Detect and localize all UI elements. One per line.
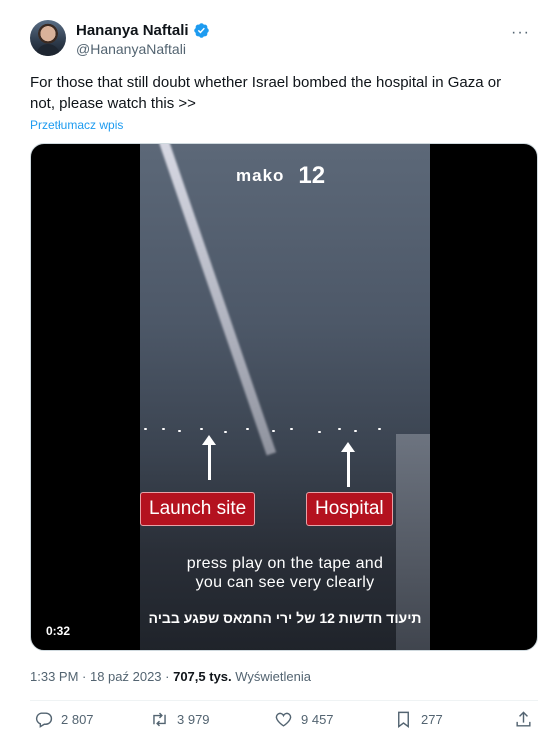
- bookmark-icon: [398, 711, 409, 729]
- channel-number: 12: [298, 162, 326, 189]
- reply-icon: [35, 712, 53, 728]
- rocket-trail: [156, 144, 277, 456]
- timestamp[interactable]: 1:33 PM · 18 paź 2023 ·: [30, 669, 173, 684]
- author-name[interactable]: Hananya Naftali: [76, 22, 189, 39]
- tweet-text: For those that still doubt whether Israe…: [30, 74, 502, 112]
- arrow-up-icon: [202, 435, 216, 480]
- tweet-meta: 1:33 PM · 18 paź 2023 · 707,5 tys. Wyświ…: [30, 669, 311, 684]
- retweet-icon: [153, 712, 166, 727]
- reply-button[interactable]: 2 807: [34, 710, 94, 729]
- verified-badge-icon: [193, 23, 209, 38]
- like-count: 9 457: [301, 712, 334, 727]
- hebrew-caption: תיעוד חדשות 12 של ירי החמאס שפגע בביה: [148, 610, 422, 626]
- translate-link[interactable]: Przetłumacz wpis: [30, 118, 123, 132]
- channel-logo: mako 12: [236, 162, 325, 190]
- hospital-label: Hospital: [306, 492, 393, 526]
- share-button[interactable]: [514, 710, 533, 729]
- retweet-button[interactable]: 3 979: [150, 710, 210, 729]
- like-button[interactable]: 9 457: [274, 710, 334, 729]
- video-frame: mako 12 Launch site Hospital press play …: [140, 144, 430, 650]
- heart-icon: [275, 712, 292, 727]
- author-handle[interactable]: @HananyaNaftali: [76, 41, 210, 57]
- mako-logo-text: mako: [236, 166, 285, 185]
- bookmark-button[interactable]: 277: [394, 710, 443, 729]
- views-label: Wyświetlenia: [231, 669, 311, 684]
- arrow-up-icon: [341, 442, 355, 487]
- avatar[interactable]: [30, 20, 66, 56]
- reply-count: 2 807: [61, 712, 94, 727]
- launch-site-label: Launch site: [140, 492, 256, 526]
- video-caption-line1: press play on the tape and: [186, 555, 384, 572]
- video-duration: 0:32: [41, 622, 76, 640]
- city-lights: [140, 428, 430, 436]
- author-block: Hananya Naftali @HananyaNaftali: [76, 22, 210, 57]
- video-caption-line2: you can see very clearly: [195, 574, 375, 591]
- view-count: 707,5 tys.: [173, 669, 232, 684]
- share-icon: [516, 711, 531, 727]
- more-options-icon[interactable]: ···: [511, 24, 530, 42]
- video-player[interactable]: mako 12 Launch site Hospital press play …: [30, 143, 538, 651]
- bookmark-count: 277: [421, 712, 443, 727]
- action-bar: 2 807 3 979 9 457 277: [30, 710, 538, 734]
- divider: [30, 700, 538, 701]
- retweet-count: 3 979: [177, 712, 210, 727]
